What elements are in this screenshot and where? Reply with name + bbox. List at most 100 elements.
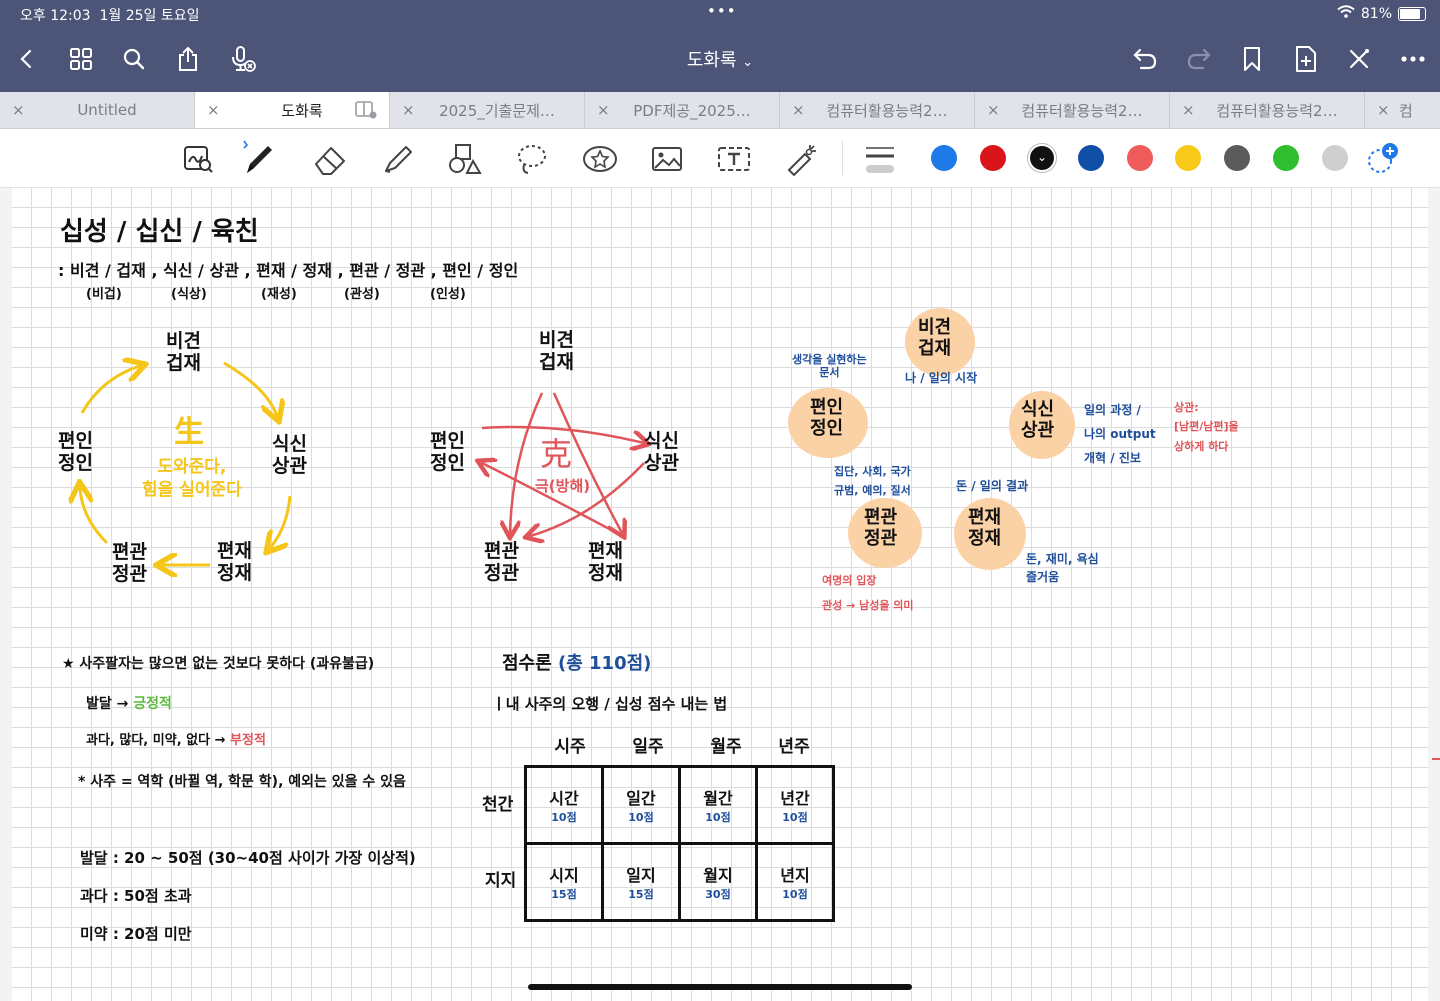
table-cell: 일지 15점 <box>601 842 681 922</box>
eraser-icon[interactable] <box>310 139 350 179</box>
battery-icon <box>1398 6 1426 21</box>
note-line-score-excess: 과다 : 50점 초과 <box>80 887 192 905</box>
color-swatch-red[interactable] <box>980 145 1006 171</box>
shapes-icon[interactable] <box>445 139 485 179</box>
status-bar-right: 81% <box>1337 5 1426 22</box>
color-swatch-yellow[interactable] <box>1175 145 1201 171</box>
color-swatch-navy[interactable] <box>1078 145 1104 171</box>
status-bar-time: 오후 12:03 1월 25일 토요일 <box>20 8 200 24</box>
column-header: 시주 <box>554 737 586 757</box>
table-cell: 월지 30점 <box>678 842 758 922</box>
geuk-description: 극(방해) <box>535 477 591 495</box>
close-tab-icon[interactable]: × <box>402 101 415 119</box>
more-options-icon[interactable] <box>1398 44 1428 74</box>
close-tab-icon[interactable]: × <box>207 101 220 119</box>
score-subtitle: ㅣ내 사주의 오행 / 십성 점수 내는 법 <box>492 695 728 713</box>
tab-2025-exam[interactable]: × 2025_기출문제… <box>390 92 585 128</box>
map-node-siksin: 식신 상관 <box>1021 399 1055 441</box>
tab-computer-2[interactable]: × 컴퓨터활용능력2… <box>975 92 1170 128</box>
map-node-bigyeon: 비견 겁재 <box>918 317 952 359</box>
tab-computer-3[interactable]: × 컴퓨터활용능력2… <box>1170 92 1365 128</box>
table-cell: 시지 15점 <box>524 842 604 922</box>
tab-dohwarok[interactable]: × 도화록 <box>195 92 390 128</box>
map-node-pyeongwan: 편관 정관 <box>864 507 898 549</box>
table-row: 시간 10점 일간 10점 월간 10점 년간 10점 <box>524 765 835 845</box>
star-node-pyeonin: 편인 정인 <box>430 430 465 474</box>
chevron-down-icon: ⌄ <box>1030 146 1054 170</box>
color-swatch-gray[interactable] <box>1224 145 1250 171</box>
undo-icon[interactable] <box>1130 44 1160 74</box>
close-pen-icon[interactable] <box>1344 44 1374 74</box>
map-note-pyeongwan-top: 집단, 사회, 국가 규범, 예의, 질서 <box>834 465 911 498</box>
color-swatch-blue[interactable] <box>931 145 957 171</box>
battery-percent: 81% <box>1360 5 1392 22</box>
document-title[interactable]: 도화록 ⌄ <box>0 46 1440 72</box>
cycle-node-bigyeon: 비견 겁재 <box>166 330 201 374</box>
table-cell: 시간 10점 <box>524 765 604 845</box>
note-line-saju-definition: * 사주 = 역학 (바뀔 역, 학문 학), 예외는 있을 수 있음 <box>78 774 406 790</box>
close-tab-icon[interactable]: × <box>1182 101 1195 119</box>
wifi-icon <box>1337 5 1355 22</box>
highlighter-icon[interactable] <box>378 139 418 179</box>
redo-icon[interactable] <box>1184 44 1214 74</box>
column-header: 일주 <box>632 737 664 757</box>
add-color-icon[interactable] <box>1362 139 1402 179</box>
column-header: 월주 <box>710 737 742 757</box>
row-header: 지지 <box>485 871 517 891</box>
toolbar-divider <box>842 141 843 175</box>
close-tab-icon[interactable]: × <box>1377 101 1390 119</box>
note-line-score-weak: 미약 : 20점 미만 <box>80 925 192 943</box>
laser-pointer-icon[interactable] <box>782 139 822 179</box>
add-page-icon[interactable] <box>1291 44 1321 74</box>
table-cell: 월간 10점 <box>678 765 758 845</box>
star-node-siksin: 식신 상관 <box>644 430 679 474</box>
map-note-sanggwan: 상관: [남편/남편]을 상하게 하다 <box>1174 401 1239 453</box>
color-swatch-black-selected[interactable]: ⌄ <box>1027 143 1057 173</box>
map-note-pyeongwan-bottom: 여명의 입장 관성 → 남성을 의미 <box>822 574 914 613</box>
cycle-node-pyeongwan: 편관 정관 <box>112 541 147 585</box>
cycle-node-pyeonin: 편인 정인 <box>58 430 93 474</box>
close-tab-icon[interactable]: × <box>12 101 25 119</box>
note-line-developed: 발달 → 긍정적 <box>86 696 172 712</box>
lasso-icon[interactable] <box>512 139 552 179</box>
cycle-node-pyeonjae: 편재 정재 <box>217 540 252 584</box>
sticker-icon[interactable] <box>580 139 620 179</box>
zoom-window-icon[interactable] <box>178 139 218 179</box>
score-title: 점수론 (총 110점) <box>502 653 652 674</box>
close-tab-icon[interactable]: × <box>597 101 610 119</box>
pen-tool-icon[interactable] <box>238 139 278 179</box>
saeng-character: 生 <box>174 415 204 450</box>
star-node-pyeongwan: 편관 정관 <box>484 540 519 584</box>
map-note-pyeonjae-top: 돈 / 일의 결과 <box>956 479 1029 493</box>
score-table: 시간 10점 일간 10점 월간 10점 년간 10점 시지 15점 일지 15점 월지 30… <box>524 765 835 922</box>
tab-untitled[interactable]: × Untitled <box>0 92 195 128</box>
map-node-pyeonjae: 편재 정재 <box>968 507 1002 549</box>
geuk-character: 克 <box>540 435 573 473</box>
cycle-node-siksin: 식신 상관 <box>272 433 307 477</box>
table-cell: 년지 10점 <box>755 842 835 922</box>
split-view-icon[interactable] <box>355 101 377 123</box>
map-node-pyeonin: 편인 정인 <box>810 397 844 439</box>
color-swatch-green[interactable] <box>1273 145 1299 171</box>
multitasking-dots[interactable]: ••• <box>707 2 737 20</box>
tab-pdf-2025[interactable]: × PDF제공_2025… <box>585 92 780 128</box>
text-box-icon[interactable] <box>714 139 754 179</box>
document-tabs: × Untitled × 도화록 × 2025_기출문제… × PDF제공_2025… … <box>0 92 1440 129</box>
bookmark-icon[interactable] <box>1237 44 1267 74</box>
star-node-bigyeon: 비견 겁재 <box>539 329 574 373</box>
color-swatch-light-gray[interactable] <box>1322 145 1348 171</box>
home-indicator[interactable] <box>528 984 912 990</box>
color-swatch-coral[interactable] <box>1127 145 1153 171</box>
image-icon[interactable] <box>647 139 687 179</box>
table-cell: 년간 10점 <box>755 765 835 845</box>
map-note-siksin: 일의 과정 / 나의 output 개혁 / 진보 <box>1084 403 1156 465</box>
row-header: 천간 <box>482 795 514 815</box>
close-tab-icon[interactable]: × <box>792 101 805 119</box>
note-line-excess-negative: 과다, 많다, 미약, 없다 → 부정적 <box>86 733 266 748</box>
page-edge-marker <box>1432 758 1440 760</box>
tab-computer-4[interactable]: × 컴 <box>1365 92 1440 128</box>
note-line-excess: ★ 사주팔자는 많으면 없는 것보다 못하다 (과유불급) <box>62 656 375 672</box>
close-tab-icon[interactable]: × <box>987 101 1000 119</box>
stroke-width-icon[interactable] <box>860 139 900 179</box>
tab-computer-1[interactable]: × 컴퓨터활용능력2… <box>780 92 975 128</box>
